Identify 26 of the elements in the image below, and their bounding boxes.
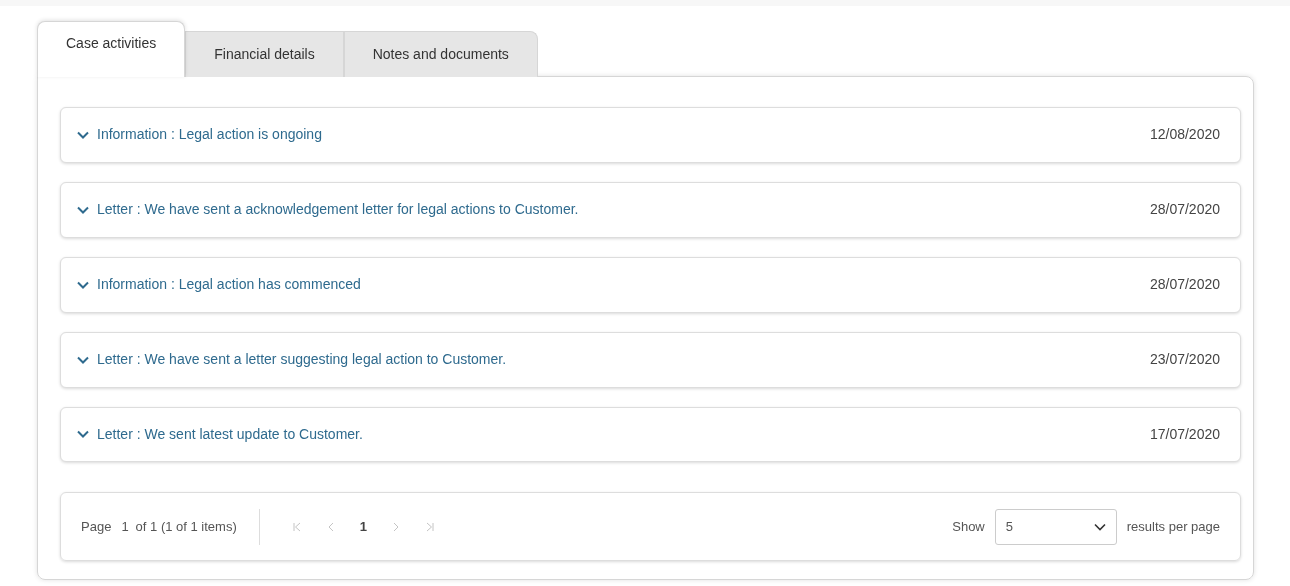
activity-date: 17/07/2020 bbox=[1149, 424, 1220, 444]
chevron-down-icon bbox=[77, 280, 89, 289]
activity-toggle[interactable]: Letter : We have sent a letter suggesting legal action to Customer. bbox=[77, 349, 507, 371]
chevron-down-icon bbox=[1093, 522, 1106, 531]
chevron-down-icon bbox=[77, 205, 89, 214]
tab[interactable]: Case activities bbox=[37, 21, 186, 77]
chevron-down-icon bbox=[77, 430, 89, 439]
chevron-down-icon bbox=[77, 355, 89, 364]
page-label: Page bbox=[81, 517, 112, 536]
activity-date: 12/08/2020 bbox=[1149, 125, 1220, 145]
page-link[interactable]: 1 bbox=[347, 516, 379, 537]
activity-toggle[interactable]: Letter : We have sent a acknowledgement letter for legal actions to Customer. bbox=[77, 199, 579, 221]
chevron-down-icon bbox=[77, 130, 89, 139]
tab[interactable]: Financial details bbox=[185, 31, 344, 77]
activity-toggle[interactable]: Information : Legal action is ongoing bbox=[77, 124, 322, 146]
tab[interactable]: Notes and documents bbox=[343, 31, 538, 77]
page-size-select[interactable]: 5 bbox=[994, 508, 1117, 545]
per-page-label: results per page bbox=[1126, 517, 1220, 536]
show-label: Show bbox=[952, 517, 985, 536]
activity-toggle[interactable]: Information : Legal action has commenced bbox=[77, 274, 361, 296]
activity-date: 23/07/2020 bbox=[1149, 350, 1220, 370]
activity-toggle[interactable]: Letter : We sent latest update to Customer. bbox=[77, 423, 363, 445]
page-summary: of 1 (1 of 1 items) bbox=[135, 517, 237, 536]
activity-date: 28/07/2020 bbox=[1149, 200, 1220, 220]
activity-date: 28/07/2020 bbox=[1149, 275, 1220, 295]
page-number: 1 bbox=[121, 517, 129, 536]
